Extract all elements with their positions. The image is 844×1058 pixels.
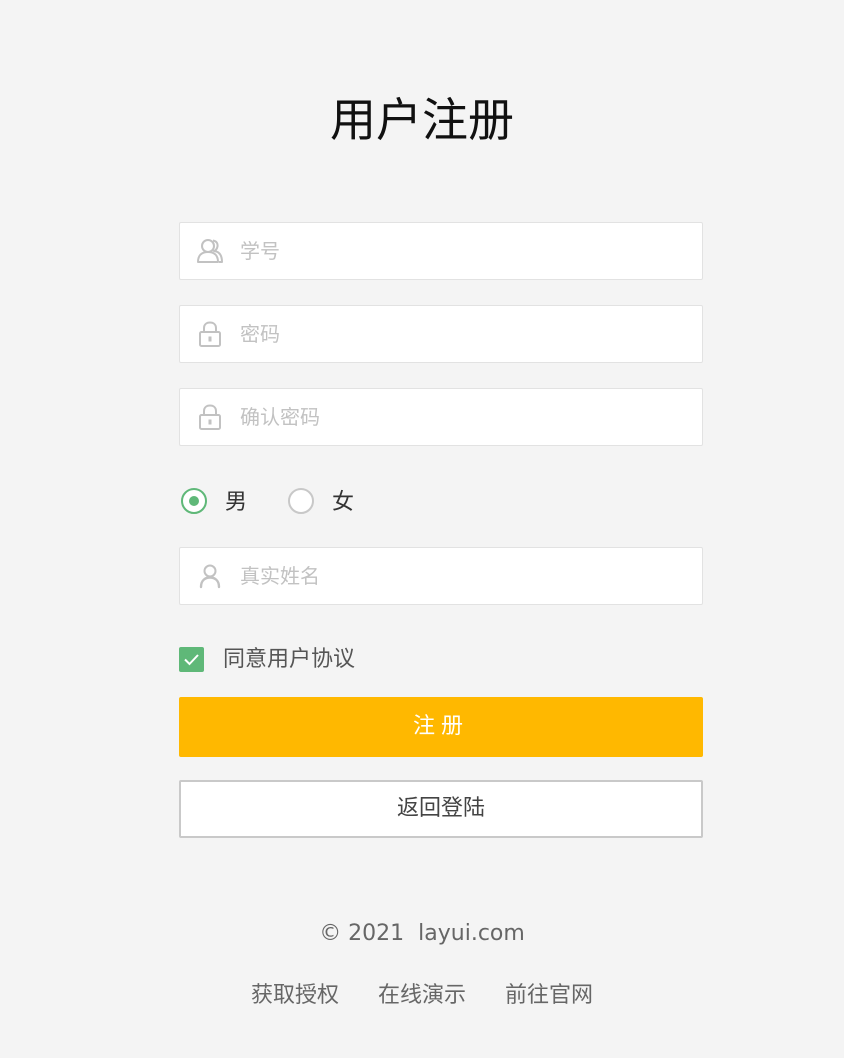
agree-terms-label: 同意用户协议 — [223, 647, 356, 672]
footer-links: 获取授权 在线演示 前往官网 — [0, 978, 844, 1014]
register-button[interactable]: 注册 — [179, 697, 703, 757]
password-field[interactable] — [179, 305, 703, 363]
lock-icon — [196, 320, 224, 348]
footer-link-get-license[interactable]: 获取授权 — [251, 983, 339, 1008]
gender-radio-group: 男 女 — [179, 486, 703, 520]
person-icon — [196, 562, 224, 590]
footer-link-online-demo[interactable]: 在线演示 — [378, 983, 466, 1008]
page-title: 用户注册 — [330, 93, 514, 147]
radio-checked-icon — [181, 488, 207, 514]
confirm-password-field[interactable] — [179, 388, 703, 446]
back-to-login-button[interactable]: 返回登陆 — [179, 780, 703, 838]
student-id-field[interactable] — [179, 222, 703, 280]
gender-label-female: 女 — [332, 490, 355, 515]
lock-icon — [196, 403, 224, 431]
user-outline-icon — [196, 237, 224, 265]
password-input[interactable] — [240, 306, 690, 362]
real-name-field[interactable] — [179, 547, 703, 605]
footer-link-official-site[interactable]: 前往官网 — [505, 983, 593, 1008]
checkbox-checked-icon — [179, 647, 204, 672]
radio-unchecked-icon — [288, 488, 314, 514]
confirm-password-input[interactable] — [240, 389, 690, 445]
student-id-input[interactable] — [240, 223, 690, 279]
gender-label-male: 男 — [225, 490, 248, 515]
real-name-input[interactable] — [240, 548, 690, 604]
agree-terms-checkbox[interactable]: 同意用户协议 — [179, 646, 579, 676]
footer-copyright: © 2021 layui.com — [319, 921, 525, 946]
